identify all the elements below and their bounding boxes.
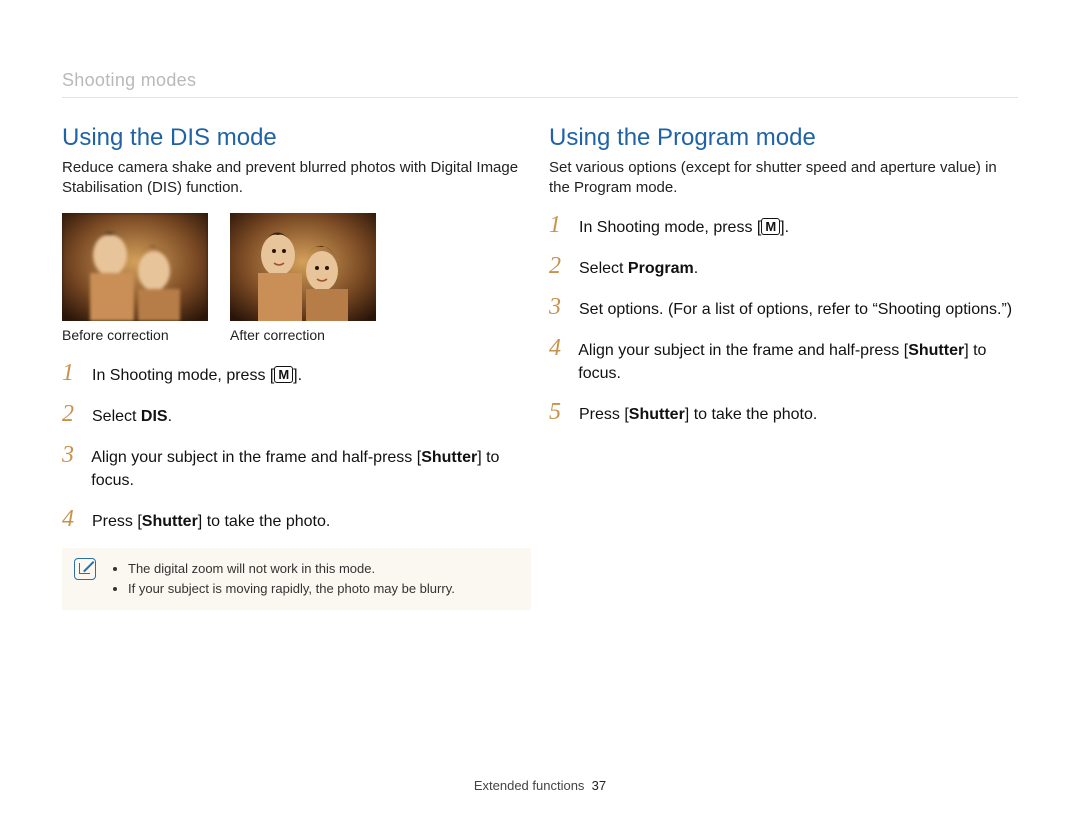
- photo-before: [62, 213, 208, 321]
- page-footer: Extended functions 37: [0, 778, 1080, 793]
- note-list: The digital zoom will not work in this m…: [112, 560, 517, 597]
- step-text: Press [Shutter] to take the photo.: [92, 507, 330, 533]
- step-text: Set options. (For a list of options, ref…: [579, 295, 1012, 321]
- step-text: In Shooting mode, press [M].: [92, 361, 302, 387]
- step-4-left: 4 Press [Shutter] to take the photo.: [62, 507, 531, 533]
- photo-after: [230, 213, 376, 321]
- note-item: If your subject is moving rapidly, the p…: [128, 580, 517, 598]
- heading-program-mode: Using the Program mode: [549, 124, 1018, 152]
- step-number: 3: [62, 443, 83, 467]
- mode-icon: M: [761, 218, 780, 235]
- note-box: The digital zoom will not work in this m…: [62, 548, 531, 609]
- step-number: 4: [549, 336, 570, 360]
- note-item: The digital zoom will not work in this m…: [128, 560, 517, 578]
- column-left: Using the DIS mode Reduce camera shake a…: [62, 124, 531, 610]
- page: Shooting modes Using the DIS mode Reduce…: [0, 0, 1080, 815]
- step-text: Align your subject in the frame and half…: [578, 336, 1018, 385]
- caption-before: Before correction: [62, 327, 208, 343]
- mode-icon: M: [274, 366, 293, 383]
- step-3-left: 3 Align your subject in the frame and ha…: [62, 443, 531, 492]
- step-text-post: ].: [780, 219, 789, 236]
- photo-comparison-row: Before correction: [62, 213, 531, 343]
- step-text-pre: In Shooting mode, press [: [92, 367, 274, 384]
- photo-after-svg: [230, 213, 376, 321]
- breadcrumb: Shooting modes: [62, 70, 1018, 91]
- step-1-left: 1 In Shooting mode, press [M].: [62, 361, 531, 387]
- step-number: 2: [549, 254, 571, 278]
- step-text: Align your subject in the frame and half…: [91, 443, 531, 492]
- step-2-right: 2 Select Program.: [549, 254, 1018, 280]
- intro-program: Set various options (except for shutter …: [549, 158, 1018, 199]
- note-icon: [74, 558, 96, 580]
- step-text-post: ].: [293, 367, 302, 384]
- step-4-right: 4 Align your subject in the frame and ha…: [549, 336, 1018, 385]
- step-text-pre: In Shooting mode, press [: [579, 219, 761, 236]
- step-5-right: 5 Press [Shutter] to take the photo.: [549, 400, 1018, 426]
- photo-before-svg: [62, 213, 208, 321]
- heading-dis-mode: Using the DIS mode: [62, 124, 531, 152]
- step-1-right: 1 In Shooting mode, press [M].: [549, 213, 1018, 239]
- step-text: In Shooting mode, press [M].: [579, 213, 789, 239]
- step-number: 1: [549, 213, 571, 237]
- two-column-layout: Using the DIS mode Reduce camera shake a…: [62, 124, 1018, 610]
- step-number: 4: [62, 507, 84, 531]
- caption-after: After correction: [230, 327, 376, 343]
- step-3-right: 3 Set options. (For a list of options, r…: [549, 295, 1018, 321]
- step-text: Select Program.: [579, 254, 698, 280]
- step-number: 2: [62, 402, 84, 426]
- step-text: Press [Shutter] to take the photo.: [579, 400, 817, 426]
- footer-section: Extended functions: [474, 778, 585, 793]
- footer-page-number: 37: [592, 778, 606, 793]
- steps-dis: 1 In Shooting mode, press [M]. 2 Select …: [62, 361, 531, 534]
- step-number: 5: [549, 400, 571, 424]
- column-right: Using the Program mode Set various optio…: [549, 124, 1018, 610]
- step-number: 1: [62, 361, 84, 385]
- breadcrumb-underline: [62, 97, 1018, 98]
- intro-dis: Reduce camera shake and prevent blurred …: [62, 158, 531, 199]
- step-text: Select DIS.: [92, 402, 172, 428]
- photo-before-block: Before correction: [62, 213, 208, 343]
- photo-after-block: After correction: [230, 213, 376, 343]
- step-2-left: 2 Select DIS.: [62, 402, 531, 428]
- steps-program: 1 In Shooting mode, press [M]. 2 Select …: [549, 213, 1018, 427]
- step-number: 3: [549, 295, 571, 319]
